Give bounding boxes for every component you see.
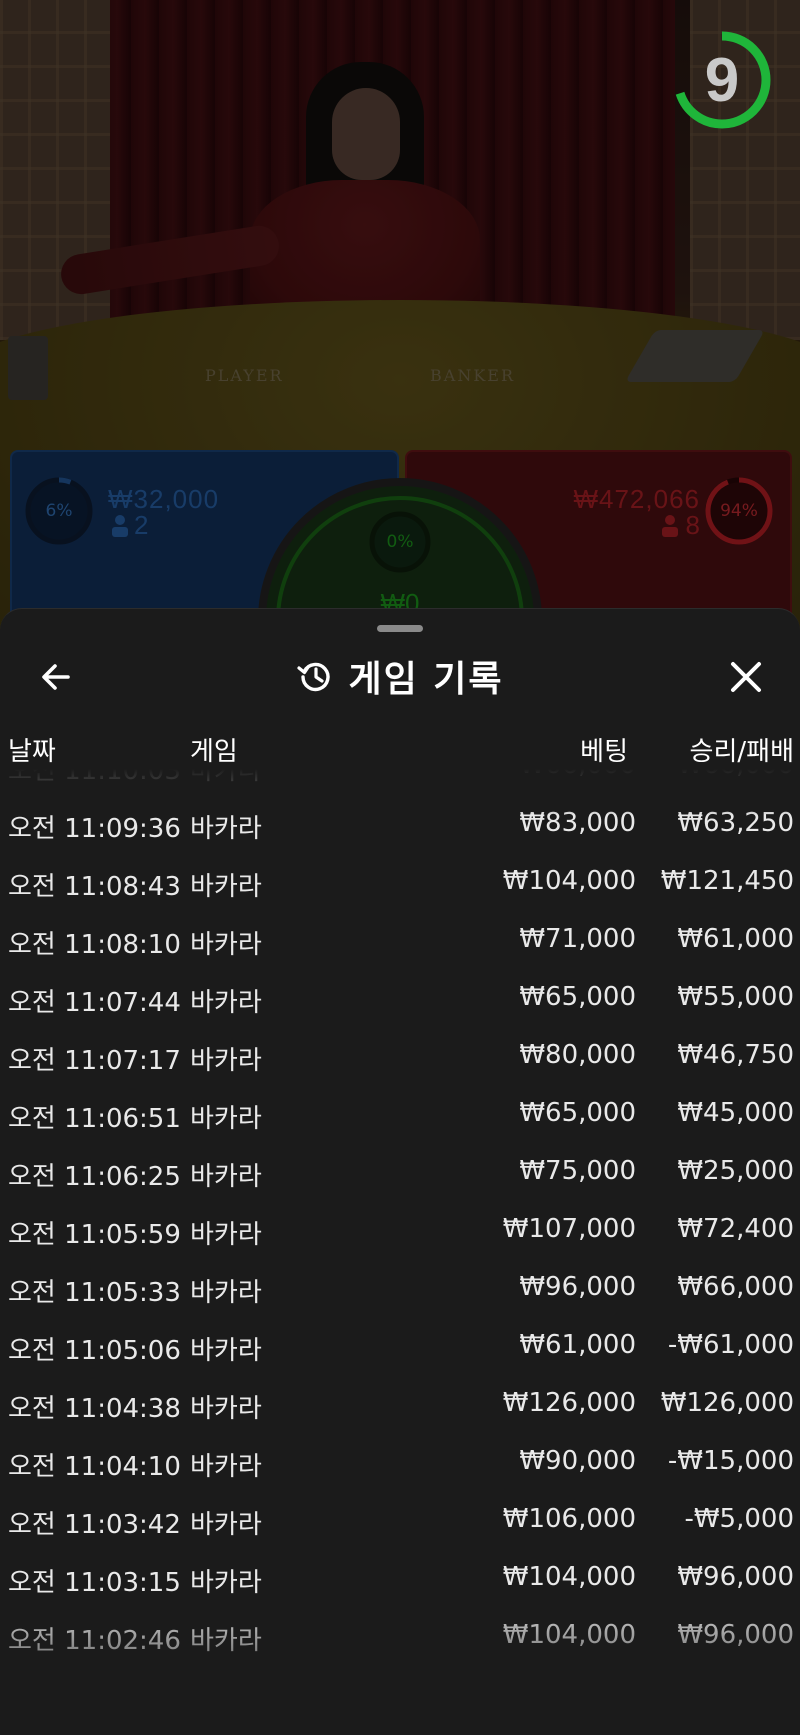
close-icon [731,662,761,692]
row-date: 오전 11:04:38 [8,1394,181,1424]
row-date: 오전 11:07:44 [8,988,181,1018]
table-row[interactable]: 오전 11:03:42 바카라 ₩106,000 -₩5,000 [0,1492,800,1550]
row-bet: ₩80,000 [519,1040,636,1070]
row-bet: ₩96,000 [519,1272,636,1302]
row-game: 바카라 [190,1220,262,1250]
table-row[interactable]: 오전 11:05:59 바카라 ₩107,000 ₩72,400 [0,1202,800,1260]
row-result: ₩45,000 [677,1098,794,1128]
row-game: 바카라 [190,1452,262,1482]
row-result: ₩72,400 [677,1214,794,1244]
row-result: ₩121,450 [660,866,794,896]
column-header-result: 승리/패배 [689,737,794,767]
table-row[interactable]: 오전 11:04:10 바카라 ₩90,000 -₩15,000 [0,1434,800,1492]
row-game: 바카라 [190,1104,262,1134]
table-row[interactable]: 오전 11:04:38 바카라 ₩126,000 ₩126,000 [0,1376,800,1434]
row-date: 오전 11:07:17 [8,1046,181,1076]
column-header-date: 날짜 [8,737,56,767]
sheet-title: 게임 기록 [348,659,504,700]
row-bet: ₩75,000 [519,1156,636,1186]
row-result: ₩96,000 [677,1562,794,1592]
row-date: 오전 11:05:06 [8,1336,181,1366]
row-bet: ₩61,000 [519,1330,636,1360]
row-result: ₩55,000 [677,982,794,1012]
row-game: 바카라 [190,988,262,1018]
row-result: -₩15,000 [667,1446,794,1476]
row-bet: ₩90,000 [519,1446,636,1476]
row-date: 오전 11:05:33 [8,1278,181,1308]
row-bet: ₩106,000 [502,1504,636,1534]
table-row[interactable]: 오전 11:07:44 바카라 ₩65,000 ₩55,000 [0,970,800,1028]
row-bet: ₩107,000 [502,1214,636,1244]
row-bet: ₩65,000 [519,1098,636,1128]
close-button[interactable] [726,657,766,697]
row-date: 오전 11:04:10 [8,1452,181,1482]
row-game: 바카라 [190,1046,262,1076]
row-game: 바카라 [190,1278,262,1308]
game-history-sheet: 게임 기록 날짜 게임 베팅 승리/패배 오전 11:10:03바카라₩66,0… [0,608,800,1735]
row-game: 바카라 [190,930,262,960]
row-result: ₩66,000 [677,1272,794,1302]
history-icon [297,662,331,692]
row-date: 오전 11:03:15 [8,1568,181,1598]
row-bet: ₩126,000 [502,1388,636,1418]
row-result: ₩61,000 [677,924,794,954]
row-bet: ₩104,000 [502,866,636,896]
row-date: 오전 11:03:42 [8,1510,181,1540]
row-date: 오전 11:08:10 [8,930,181,960]
row-bet: ₩104,000 [502,1562,636,1592]
sheet-drag-handle[interactable] [377,625,423,632]
countdown-value: 9 [704,45,740,115]
row-result: -₩5,000 [684,1504,794,1534]
row-date: 오전 11:08:43 [8,872,181,902]
row-game: 바카라 [190,1162,262,1192]
row-date: 오전 11:06:25 [8,1162,181,1192]
row-game: 바카라 [190,1394,262,1424]
row-bet: ₩71,000 [519,924,636,954]
table-row[interactable]: 오전 11:08:10 바카라 ₩71,000 ₩61,000 [0,912,800,970]
table-row[interactable]: 오전 11:07:17 바카라 ₩80,000 ₩46,750 [0,1028,800,1086]
table-row[interactable]: 오전 11:05:06 바카라 ₩61,000 -₩61,000 [0,1318,800,1376]
history-table-header: 날짜 게임 베팅 승리/패배 [0,729,800,769]
list-fade-bottom [0,1595,800,1735]
row-date: 오전 11:05:59 [8,1220,181,1250]
column-header-game: 게임 [190,737,238,767]
row-bet: ₩65,000 [519,982,636,1012]
row-game: 바카라 [190,1568,262,1598]
row-game: 바카라 [190,1510,262,1540]
live-video-stage: PLAYER BANKER 6% ₩32,000 2 94% ₩472,066 [0,0,800,640]
table-row[interactable]: 오전 11:06:51 바카라 ₩65,000 ₩45,000 [0,1086,800,1144]
history-table-body[interactable]: 오전 11:10:03바카라₩66,000-₩66,000오전 11:09:36… [0,769,800,1729]
row-result: -₩61,000 [667,1330,794,1360]
row-game: 바카라 [190,1336,262,1366]
table-row[interactable]: 오전 11:05:33 바카라 ₩96,000 ₩66,000 [0,1260,800,1318]
countdown-timer: 9 [672,30,772,130]
row-result: ₩46,750 [677,1040,794,1070]
row-game: 바카라 [190,872,262,902]
column-header-bet: 베팅 [580,737,628,767]
table-row[interactable]: 오전 11:06:25 바카라 ₩75,000 ₩25,000 [0,1144,800,1202]
sheet-header: 게임 기록 [0,651,800,701]
list-fade-top [0,769,800,815]
table-row[interactable]: 오전 11:08:43 바카라 ₩104,000 ₩121,450 [0,854,800,912]
row-date: 오전 11:06:51 [8,1104,181,1134]
row-result: ₩25,000 [677,1156,794,1186]
row-result: ₩126,000 [660,1388,794,1418]
